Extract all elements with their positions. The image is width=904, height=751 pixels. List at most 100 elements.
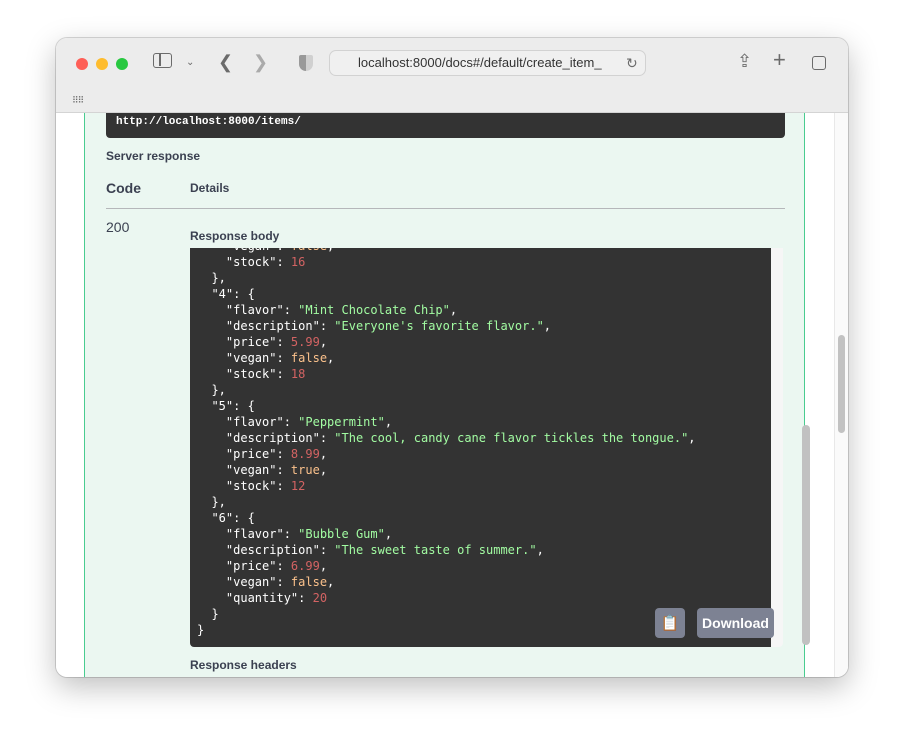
reload-icon[interactable]: ↻: [626, 53, 638, 73]
share-icon[interactable]: ⇪: [737, 51, 752, 71]
response-body-text: "vegan": false, "stock": 16 }, "4": { "f…: [197, 248, 696, 638]
code-token: ,: [384, 527, 393, 541]
code-token: 6.99: [290, 559, 320, 573]
code-token: },: [197, 383, 226, 397]
code-token: },: [197, 495, 226, 509]
code-token: "flavor":: [197, 527, 299, 541]
code-token: "description":: [197, 319, 335, 333]
code-token: true: [290, 463, 320, 477]
code-header: Code: [106, 180, 141, 196]
code-token: false: [290, 351, 328, 365]
code-token: "The sweet taste of summer.": [334, 543, 537, 557]
code-token: "4": {: [197, 287, 255, 301]
download-button[interactable]: Download: [697, 608, 774, 638]
code-token: ,: [319, 559, 328, 573]
code-line: "5": {: [197, 398, 696, 414]
code-token: ,: [327, 351, 335, 365]
code-line: "stock": 18: [197, 366, 696, 382]
minimize-window-button[interactable]: [96, 58, 108, 70]
code-token: "flavor":: [197, 415, 299, 429]
response-headers-label: Response headers: [190, 658, 297, 672]
code-token: "flavor":: [197, 303, 299, 317]
chevron-down-icon[interactable]: ⌄: [186, 53, 194, 73]
code-token: 12: [290, 479, 306, 493]
code-line: "quantity": 20: [197, 590, 696, 606]
code-line: }: [197, 606, 696, 622]
response-code: 200: [106, 219, 130, 235]
new-tab-icon[interactable]: +: [773, 49, 786, 71]
forward-icon[interactable]: ❯: [253, 52, 268, 72]
copy-button[interactable]: 📋: [655, 608, 685, 638]
code-token: 20: [312, 591, 328, 605]
code-line: },: [197, 382, 696, 398]
code-line: "vegan": false,: [197, 350, 696, 366]
code-token: "quantity":: [197, 591, 313, 605]
browser-window: ⌄ ❮ ❯ localhost:8000/docs#/default/creat…: [56, 38, 848, 677]
code-line: "flavor": "Peppermint",: [197, 414, 696, 430]
details-header: Details: [190, 181, 230, 195]
address-bar[interactable]: localhost:8000/docs#/default/create_item…: [329, 50, 646, 76]
code-token: 5.99: [290, 335, 320, 349]
code-token: }: [197, 607, 219, 621]
code-token: },: [197, 271, 226, 285]
code-token: "price":: [197, 559, 291, 573]
page-scrollbar[interactable]: [834, 113, 848, 677]
code-token: }: [197, 623, 205, 637]
code-token: 18: [290, 367, 306, 381]
code-token: ,: [319, 463, 328, 477]
code-token: "description":: [197, 431, 335, 445]
code-line: "vegan": false,: [197, 574, 696, 590]
tabs-overview-icon[interactable]: [812, 56, 826, 70]
code-token: ,: [319, 447, 328, 461]
grid-icon[interactable]: ⠿⠿: [72, 90, 84, 110]
code-line: },: [197, 270, 696, 286]
code-token: ,: [449, 303, 458, 317]
code-line: "description": "The sweet taste of summe…: [197, 542, 696, 558]
browser-toolbar: ⌄ ❮ ❯ localhost:8000/docs#/default/creat…: [56, 38, 848, 113]
zoom-window-button[interactable]: [116, 58, 128, 70]
code-token: "description":: [197, 543, 335, 557]
page-content: http://localhost:8000/items/ Server resp…: [56, 113, 848, 677]
code-token: "vegan":: [197, 575, 291, 589]
code-token: ,: [319, 335, 328, 349]
code-line: "6": {: [197, 510, 696, 526]
code-token: ,: [543, 319, 552, 333]
response-body-scrollbar[interactable]: [802, 425, 810, 645]
code-token: false: [291, 248, 327, 253]
page-scrollbar-thumb[interactable]: [838, 335, 845, 433]
code-token: "Everyone's favorite flavor.": [334, 319, 544, 333]
url-text: localhost:8000/docs#/default/create_item…: [358, 55, 602, 70]
code-line: "stock": 16: [197, 254, 696, 270]
code-token: false: [290, 575, 328, 589]
shield-icon[interactable]: [299, 55, 313, 71]
code-token: "Mint Chocolate Chip": [298, 303, 450, 317]
response-body[interactable]: "vegan": false, "stock": 16 }, "4": { "f…: [190, 248, 783, 647]
code-token: "vegan":: [197, 351, 291, 365]
code-line: }: [197, 622, 696, 638]
code-line: "price": 5.99,: [197, 334, 696, 350]
code-line: "vegan": true,: [197, 462, 696, 478]
code-token: ,: [327, 575, 335, 589]
close-window-button[interactable]: [76, 58, 88, 70]
code-token: "The cool, candy cane flavor tickles the…: [334, 431, 689, 445]
code-line: "flavor": "Mint Chocolate Chip",: [197, 302, 696, 318]
code-token: "price":: [197, 447, 291, 461]
code-line: "flavor": "Bubble Gum",: [197, 526, 696, 542]
sidebar-icon[interactable]: [153, 53, 172, 68]
code-token: "stock":: [197, 367, 291, 381]
code-token: "vegan":: [197, 248, 291, 253]
code-line: },: [197, 494, 696, 510]
code-token: ,: [688, 431, 696, 445]
request-url: http://localhost:8000/items/: [106, 113, 785, 138]
code-token: "Bubble Gum": [298, 527, 385, 541]
code-token: "5": {: [197, 399, 255, 413]
code-token: "stock":: [197, 255, 291, 269]
code-token: 16: [290, 255, 306, 269]
code-token: "price":: [197, 335, 291, 349]
code-line: "4": {: [197, 286, 696, 302]
code-token: ,: [384, 415, 393, 429]
back-icon[interactable]: ❮: [218, 52, 233, 72]
divider: [106, 208, 785, 209]
code-token: "vegan":: [197, 463, 291, 477]
server-response-label: Server response: [106, 149, 201, 163]
